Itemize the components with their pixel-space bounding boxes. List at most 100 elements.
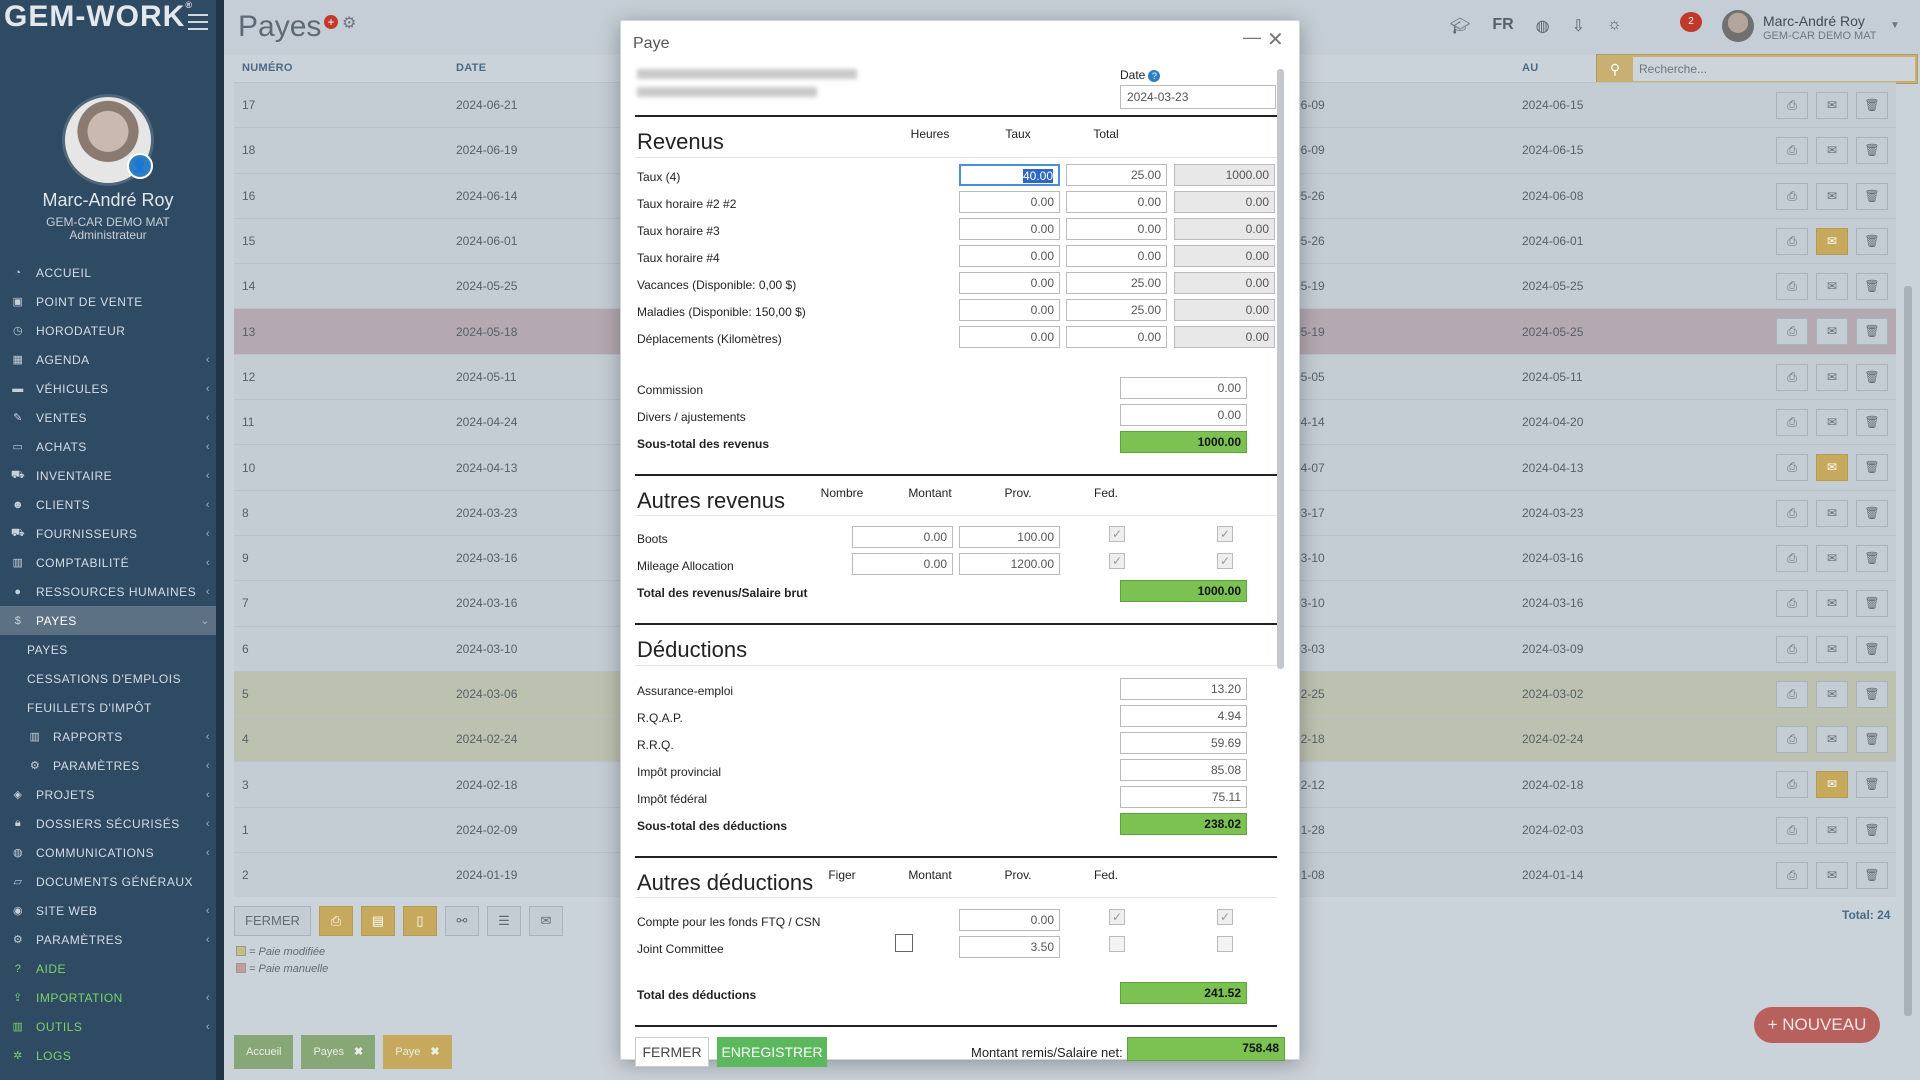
prov-checkbox[interactable]: ✓ (1109, 526, 1125, 542)
fed-checkbox[interactable] (1217, 936, 1233, 952)
caret-down-icon[interactable]: ▼ (1890, 20, 1900, 31)
heures-input[interactable]: 0.00 (959, 245, 1060, 267)
trash-icon[interactable]: 🗑︎ (1856, 454, 1888, 482)
sidebar-item-aide[interactable]: ? AIDE (0, 954, 216, 983)
tab-payes[interactable]: Payes ✖ (301, 1035, 376, 1069)
date-input[interactable]: 2024-03-23 (1120, 85, 1276, 109)
print-icon[interactable]: ⎙ (318, 906, 353, 936)
envelope-icon[interactable]: ✉ (1816, 137, 1848, 165)
other-income-montant-input[interactable]: 100.00 (959, 526, 1060, 548)
deduction-input[interactable]: 85.08 (1120, 759, 1247, 781)
fed-checkbox[interactable]: ✓ (1217, 553, 1233, 569)
col-numero[interactable]: NUMÉRO (242, 62, 293, 74)
sidebar-subitem-payes[interactable]: PAYES (0, 635, 216, 664)
trash-icon[interactable]: 🗑︎ (1856, 499, 1888, 527)
envelope-icon[interactable]: ✉ (1816, 544, 1848, 572)
sidebar-item-importation[interactable]: ⇪ IMPORTATION ‹ (0, 983, 216, 1012)
envelope-icon[interactable]: ✉ (1816, 227, 1848, 255)
fed-checkbox[interactable]: ✓ (1217, 526, 1233, 542)
taux-input[interactable]: 0.00 (1066, 218, 1167, 240)
other-income-montant-input[interactable]: 1200.00 (959, 553, 1060, 575)
sidebar-subitem-feuillets[interactable]: FEUILLETS D'IMPÔT (0, 693, 216, 722)
print-icon[interactable]: ⎙ (1776, 726, 1808, 754)
trash-icon[interactable]: 🗑︎ (1856, 318, 1888, 346)
sidebar-item-logs[interactable]: ✲ LOGS (0, 1041, 216, 1070)
add-icon[interactable]: + (324, 15, 338, 29)
envelope-icon[interactable]: ✉ (1816, 409, 1848, 437)
close-icon[interactable]: ✖ (354, 1046, 363, 1058)
heures-input[interactable]: 0.00 (959, 191, 1060, 213)
trash-icon[interactable]: 🗑︎ (1856, 680, 1888, 708)
trash-icon[interactable]: 🗑︎ (1856, 182, 1888, 210)
pdf-icon[interactable]: ▤ (360, 906, 395, 936)
sidebar-subitem-parametres[interactable]: ⚙ PARAMÈTRES ‹ (0, 751, 216, 780)
trash-icon[interactable]: 🗑︎ (1856, 137, 1888, 165)
sidebar-item-site-web[interactable]: ◉ SITE WEB ‹ (0, 896, 216, 925)
heures-input[interactable]: 0.00 (959, 218, 1060, 240)
heures-input[interactable]: 40.00 (959, 164, 1060, 186)
chat-icon[interactable]: ◍ (1536, 16, 1550, 36)
heures-input[interactable]: 0.00 (959, 326, 1060, 348)
deduction-input[interactable]: 13.20 (1120, 678, 1247, 700)
print-icon[interactable]: ⎙ (1776, 816, 1808, 844)
close-icon[interactable]: ✖ (430, 1046, 439, 1058)
sidebar-item-agenda[interactable]: ▦ AGENDA ‹ (0, 345, 216, 374)
taux-input[interactable]: 0.00 (1066, 326, 1167, 348)
other-deduction-montant-input[interactable]: 0.00 (959, 909, 1060, 931)
topbar-user-name[interactable]: Marc-André Roy (1763, 13, 1865, 29)
envelope-icon[interactable]: ✉ (528, 906, 563, 936)
print-icon[interactable]: ⎙ (1776, 454, 1808, 482)
modal-scrollbar[interactable] (1277, 69, 1284, 669)
sidebar-item-ventes[interactable]: ✎ VENTES ‹ (0, 403, 216, 432)
app-logo[interactable]: GEM-WORK® (4, 0, 193, 34)
sidebar-item-inventaire[interactable]: ⛟ INVENTAIRE ‹ (0, 461, 216, 490)
trash-icon[interactable]: 🗑︎ (1856, 92, 1888, 119)
taux-input[interactable]: 25.00 (1066, 272, 1167, 294)
modal-fermer-button[interactable]: FERMER (635, 1037, 709, 1067)
print-icon[interactable]: ⎙ (1776, 182, 1808, 210)
other-deduction-montant-input[interactable]: 3.50 (959, 936, 1060, 958)
list-icon[interactable]: ☰ (486, 906, 521, 936)
commission-input[interactable]: 0.00 (1120, 377, 1247, 399)
sidebar-item-accueil[interactable]: ◔ ACCUEIL (0, 258, 216, 287)
envelope-icon[interactable]: ✉ (1816, 318, 1848, 346)
deduction-input[interactable]: 59.69 (1120, 732, 1247, 754)
print-icon[interactable]: ⎙ (1776, 92, 1808, 119)
nouveau-button[interactable]: + NOUVEAU (1754, 1007, 1880, 1043)
trash-icon[interactable]: 🗑︎ (1856, 273, 1888, 301)
taux-input[interactable]: 0.00 (1066, 191, 1167, 213)
envelope-icon[interactable]: ✉ (1816, 499, 1848, 527)
sidebar-item-communications[interactable]: ◍ COMMUNICATIONS ‹ (0, 838, 216, 867)
sun-icon[interactable]: ☼ (1607, 16, 1622, 36)
file-icon[interactable]: ▯ (402, 906, 437, 936)
envelope-icon[interactable]: ✉ (1816, 635, 1848, 663)
enregistrer-button[interactable]: ENREGISTRER (717, 1037, 827, 1067)
trash-icon[interactable]: 🗑︎ (1856, 227, 1888, 255)
taux-input[interactable]: 25.00 (1066, 299, 1167, 321)
close-icon[interactable]: ✕ (1267, 27, 1284, 52)
other-income-nombre-input[interactable]: 0.00 (852, 553, 953, 575)
help-icon[interactable]: ? (1148, 70, 1161, 82)
print-icon[interactable]: ⎙ (1776, 544, 1808, 572)
graduation-cap-icon[interactable]: 🎓︎ (1450, 16, 1470, 36)
envelope-icon[interactable]: ✉ (1816, 816, 1848, 844)
envelope-icon[interactable]: ✉ (1816, 771, 1848, 799)
trash-icon[interactable]: 🗑︎ (1856, 363, 1888, 391)
print-icon[interactable]: ⎙ (1776, 363, 1808, 391)
trash-icon[interactable]: 🗑︎ (1856, 409, 1888, 437)
envelope-icon[interactable]: ✉ (1816, 590, 1848, 618)
col-au[interactable]: AU (1522, 62, 1539, 74)
sidebar-subitem-rapports[interactable]: ▥ RAPPORTS ‹ (0, 722, 216, 751)
sidebar-item-payes[interactable]: $ PAYES ⌄ (0, 606, 216, 635)
tab-accueil[interactable]: Accueil (234, 1035, 294, 1069)
trash-icon[interactable]: 🗑︎ (1856, 635, 1888, 663)
print-icon[interactable]: ⎙ (1776, 273, 1808, 301)
notification-badge[interactable]: 2 (1680, 12, 1702, 32)
sidebar-item-clients[interactable]: ☻ CLIENTS ‹ (0, 490, 216, 519)
sidebar-item-dossiers-securises[interactable]: 🔒︎ DOSSIERS SÉCURISÉS ‹ (0, 809, 216, 838)
envelope-icon[interactable]: ✉ (1816, 182, 1848, 210)
taux-input[interactable]: 25.00 (1066, 164, 1167, 186)
trash-icon[interactable]: 🗑︎ (1856, 544, 1888, 572)
print-icon[interactable]: ⎙ (1776, 680, 1808, 708)
sidebar-item-fournisseurs[interactable]: ⛟ FOURNISSEURS ‹ (0, 519, 216, 548)
